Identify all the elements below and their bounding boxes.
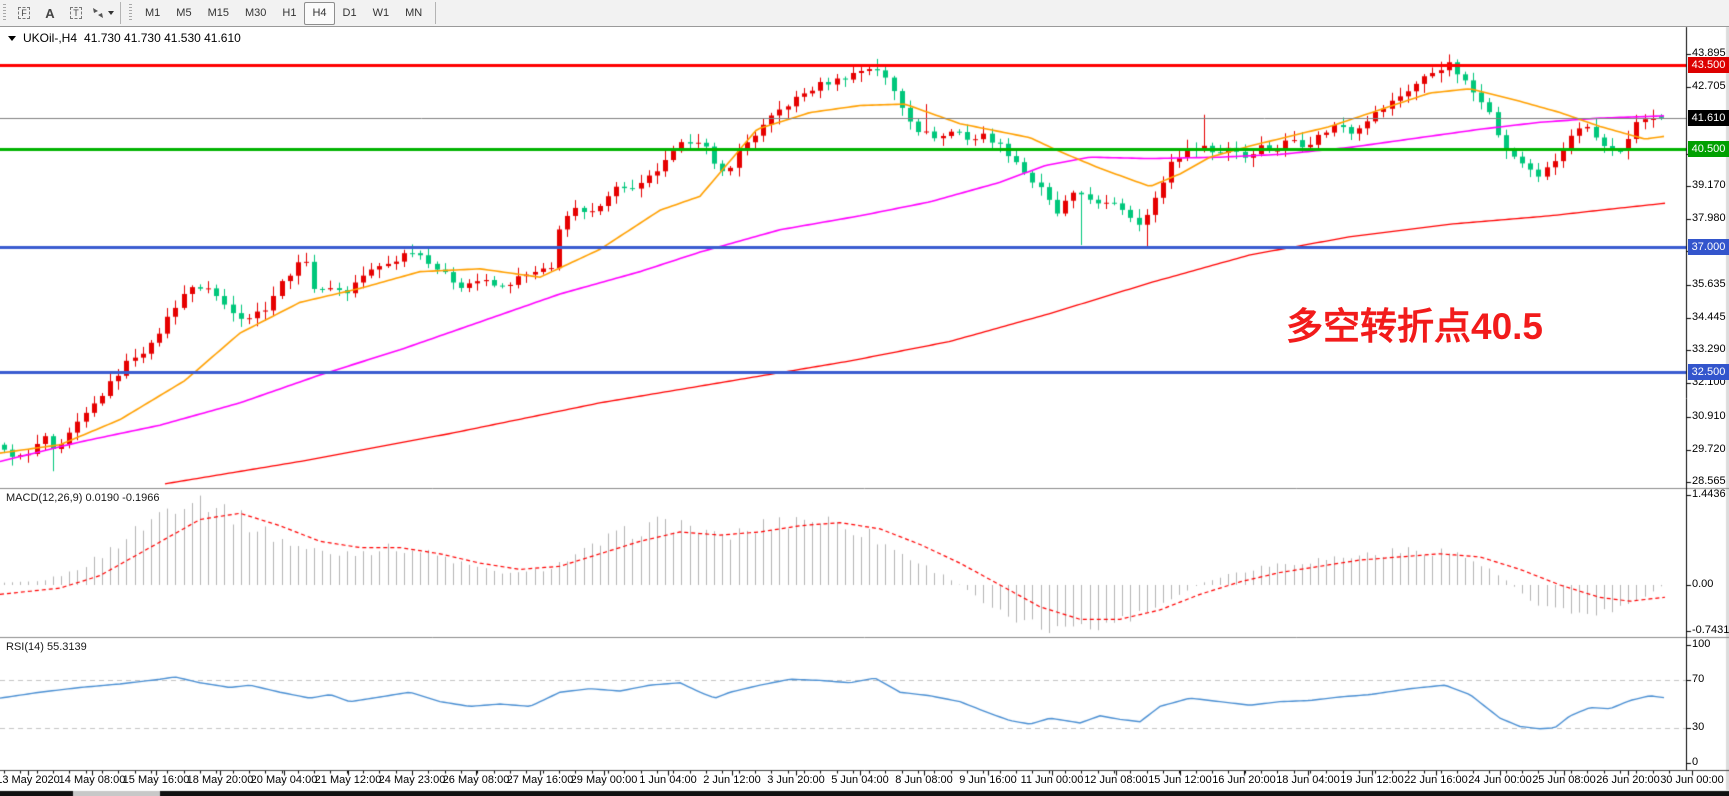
toolbar: F A T M1 M5 M15 M30 H1 H4 D1 W1 MN [0, 0, 1729, 27]
timeframe-m15-button[interactable]: M15 [200, 2, 237, 25]
timeframe-h4-button[interactable]: H4 [304, 2, 334, 25]
timeframe-h1-button[interactable]: H1 [274, 2, 304, 25]
toolbar-grip[interactable] [3, 4, 6, 22]
timeframe-mn-button[interactable]: MN [397, 2, 430, 25]
cursor-frame-icon: F [18, 7, 30, 19]
arrow-objects-button[interactable] [89, 2, 115, 25]
arrow-objects-icon [91, 7, 105, 19]
timeframe-m1-button[interactable]: M1 [137, 2, 168, 25]
text-tool-icon: T [70, 7, 82, 19]
toolbar-separator [120, 2, 121, 24]
timeframe-m5-button[interactable]: M5 [168, 2, 199, 25]
timeframe-d1-button[interactable]: D1 [335, 2, 365, 25]
chart-canvas[interactable] [0, 0, 1729, 796]
cursor-frame-button[interactable]: F [11, 2, 37, 25]
label-tool-icon: A [45, 6, 54, 21]
dropdown-caret-icon [108, 11, 114, 15]
timeframe-m30-button[interactable]: M30 [237, 2, 274, 25]
chart-window: F A T M1 M5 M15 M30 H1 H4 D1 W1 MN [0, 0, 1729, 796]
toolbar-separator [435, 2, 436, 24]
toolbar-grip[interactable] [129, 4, 132, 22]
text-tool-button[interactable]: T [63, 2, 89, 25]
timeframe-w1-button[interactable]: W1 [365, 2, 398, 25]
label-tool-button[interactable]: A [37, 2, 63, 25]
